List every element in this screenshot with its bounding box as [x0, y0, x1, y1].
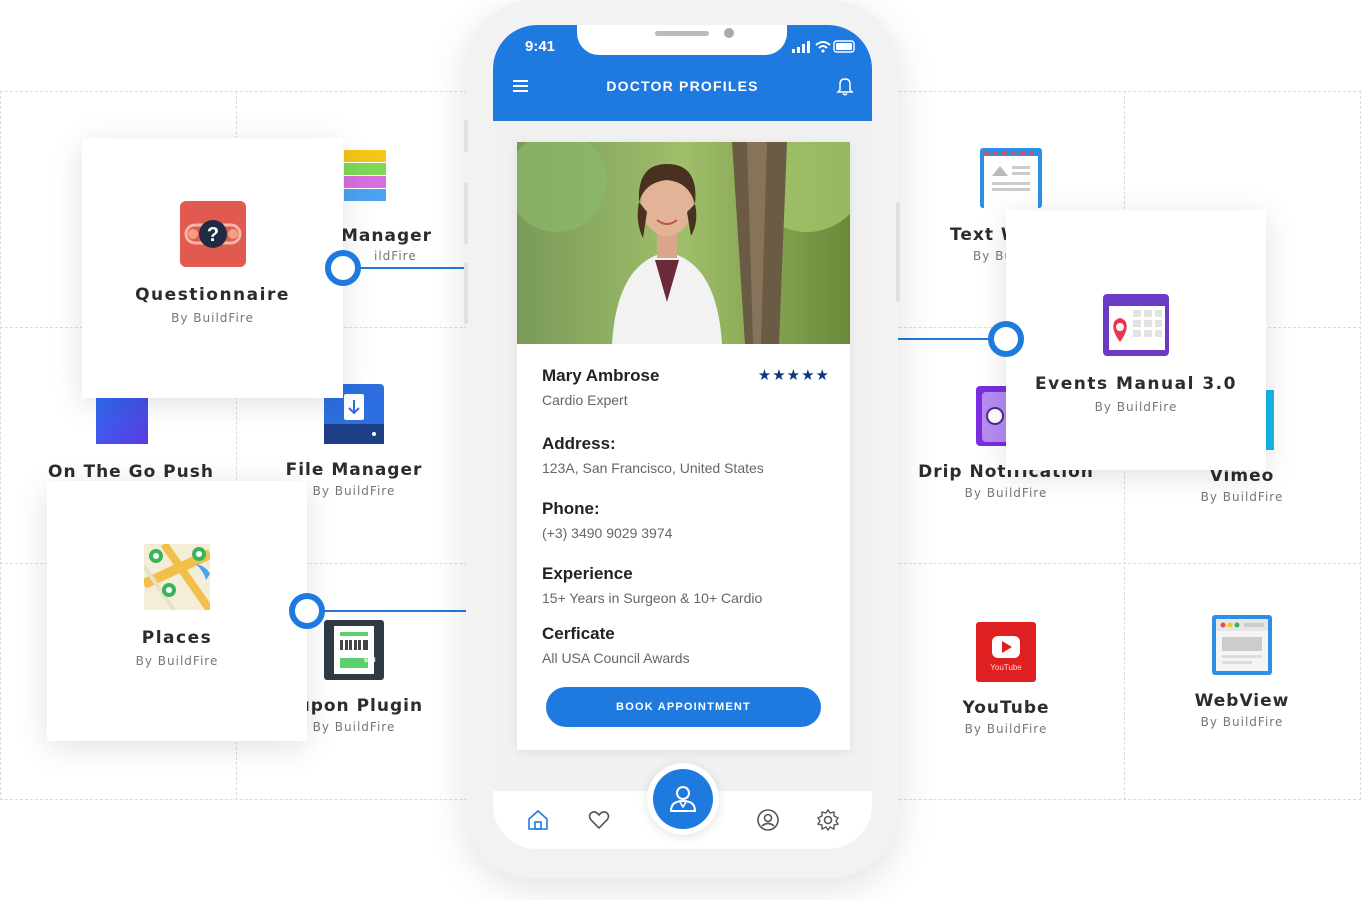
- text-wrapper-icon: [980, 148, 1042, 213]
- map-pin-icon: [141, 541, 214, 613]
- status-icons: [776, 40, 856, 54]
- plugin-manager-by: ildFire: [374, 249, 417, 263]
- card-places-by: By BuildFire: [135, 654, 219, 668]
- experience-value: 15+ Years in Surgeon & 10+ Cardio: [542, 590, 763, 606]
- heart-icon[interactable]: [587, 808, 611, 832]
- camera: [724, 28, 734, 38]
- connector-node: [988, 321, 1024, 357]
- coupon-price: $23: [364, 657, 376, 664]
- card-events-manual[interactable]: Events Manual 3.0 By BuildFire: [1006, 210, 1266, 470]
- home-icon[interactable]: [526, 808, 550, 832]
- app-title: DOCTOR PROFILES: [606, 78, 759, 94]
- speaker: [655, 31, 709, 36]
- address-value: 123A, San Francisco, United States: [542, 460, 764, 476]
- card-places[interactable]: Places By BuildFire: [47, 481, 307, 741]
- card-events-manual-title: Events Manual 3.0: [1035, 374, 1237, 394]
- plugin-file-manager-title: File Manager: [285, 460, 423, 480]
- status-time: 9:41: [525, 38, 556, 55]
- rating-stars: ★★★★★: [757, 367, 830, 384]
- coupon-icon: $23: [324, 620, 384, 680]
- phone-side-button: [464, 262, 468, 324]
- connector-node: [325, 250, 361, 286]
- bell-icon[interactable]: [836, 76, 854, 96]
- phone-label: Phone:: [542, 499, 600, 518]
- card-questionnaire[interactable]: ? Questionnaire By BuildFire: [82, 138, 343, 398]
- youtube-icon: YouTube: [976, 622, 1036, 682]
- doctor-profile-card: Mary Ambrose ★★★★★ Cardio Expert Address…: [517, 142, 850, 750]
- plugin-webview-by: By BuildFire: [1200, 715, 1284, 729]
- calendar-icon: [1103, 290, 1169, 356]
- doctor-role: Cardio Expert: [542, 392, 628, 408]
- svg-text:?: ?: [206, 224, 218, 246]
- doctor-photo: [517, 142, 850, 344]
- plugin-vimeo-by: By BuildFire: [1200, 490, 1284, 504]
- plugin-youtube[interactable]: YouTube YouTube By BuildFire: [916, 622, 1096, 736]
- certificate-value: All USA Council Awards: [542, 650, 690, 666]
- card-places-title: Places: [141, 628, 213, 648]
- phone-side-button: [464, 120, 468, 152]
- doctor-fab-button[interactable]: [647, 763, 719, 835]
- plugin-youtube-by: By BuildFire: [964, 722, 1048, 736]
- connector-line: [345, 267, 467, 269]
- connector-node: [289, 593, 325, 629]
- phone-notch: [577, 25, 787, 55]
- question-icon: ?: [179, 201, 246, 267]
- doctor-name: Mary Ambrose: [542, 366, 660, 385]
- plugin-webview[interactable]: WebView By BuildFire: [1152, 615, 1332, 729]
- experience-label: Experience: [542, 564, 633, 583]
- youtube-icon-label: YouTube: [990, 663, 1022, 672]
- connector-line: [310, 610, 467, 612]
- plugin-on-the-go-push-title: On The Go Push: [48, 462, 214, 482]
- book-appointment-button[interactable]: BOOK APPOINTMENT: [546, 687, 821, 727]
- plugin-on-the-go-push[interactable]: On The Go Push: [30, 396, 213, 486]
- phone-screen: 9:41 DOCTOR PROFILES Mary Ambrose ★★★★★ …: [493, 25, 872, 849]
- push-icon: [96, 396, 148, 444]
- card-questionnaire-by: By BuildFire: [171, 311, 254, 325]
- card-events-manual-by: By BuildFire: [1094, 400, 1178, 414]
- plugin-youtube-title: YouTube: [962, 698, 1050, 718]
- phone-side-button: [464, 182, 468, 244]
- doctor-icon: [653, 769, 713, 829]
- address-label: Address:: [542, 434, 616, 453]
- plugin-manager-title: Manager: [341, 226, 433, 246]
- profile-icon[interactable]: [756, 808, 780, 832]
- phone-value: (+3) 3490 9029 3974: [542, 525, 673, 541]
- certificate-label: Cerficate: [542, 624, 615, 643]
- plugin-drip-notification-by: By BuildFire: [964, 486, 1048, 500]
- card-questionnaire-title: Questionnaire: [135, 285, 290, 305]
- gear-icon[interactable]: [816, 808, 840, 832]
- phone-side-button: [896, 202, 900, 302]
- plugin-webview-title: WebView: [1194, 691, 1290, 711]
- manager-icon: [344, 148, 386, 208]
- webview-icon: [1212, 615, 1272, 675]
